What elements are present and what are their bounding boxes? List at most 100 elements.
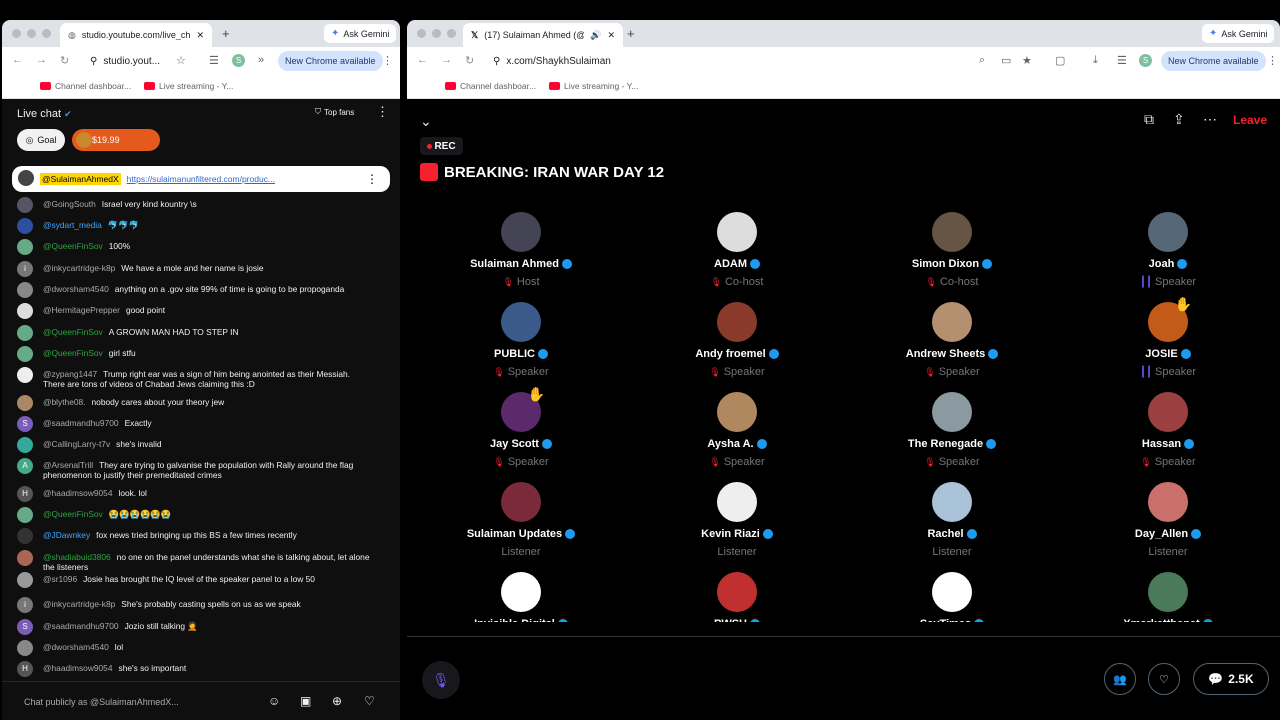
avatar[interactable] [501,572,541,612]
chat-author[interactable]: @ArsenalTrill [43,460,93,470]
chat-message[interactable]: @zypang1447 Trump right ear was a sign of… [2,367,373,389]
close-icon[interactable]: ✕ [196,30,204,41]
avatar[interactable]: H [17,661,33,677]
back-icon[interactable]: ← [417,54,428,66]
goal-chip[interactable]: ◎ Goal [17,129,65,151]
avatar[interactable] [17,507,33,523]
avatar[interactable] [17,239,33,255]
avatar[interactable] [1148,482,1188,522]
extensions-icon[interactable]: ☰ [1117,54,1127,67]
avatar[interactable] [17,437,33,453]
zoom-icon[interactable]: ⌕ [979,54,985,67]
chat-author[interactable]: @shadiabuid3806 [43,552,111,562]
chat-message[interactable]: @QueenFinSov A GROWN MAN HAD TO STEP IN [2,325,373,341]
chat-message[interactable]: S @saadmandhu9700 Jozio still talking 🤦 [2,619,373,635]
tab-x-spaces[interactable]: 𝕏 (17) Sulaiman Ahmed (@S 🔊 ✕ [463,23,623,47]
chat-message[interactable]: @sr1096 Josie has brought the IQ level of… [2,572,373,588]
mic-button[interactable]: 🎙 [422,661,460,699]
participant[interactable]: Simon Dixon 🎙 Co-host [877,212,1027,288]
avatar[interactable] [17,395,33,411]
participant[interactable]: ✋ JOSIE ┃┃ Speaker [1093,296,1243,378]
pinned-link[interactable]: https://sulaimanunfiltered.com/produc... [127,174,360,184]
avatar[interactable] [717,212,757,252]
avatar[interactable] [17,640,33,656]
chat-author[interactable]: @QueenFinSov [43,241,103,251]
participant[interactable]: Sulaiman Updates Listener [446,482,596,558]
chat-message[interactable]: i @inkycartridge-k8p She's probably castin… [2,597,373,613]
chat-author[interactable]: @QueenFinSov [43,509,103,519]
participant[interactable]: Hassan 🎙 Speaker [1093,392,1243,468]
profile-avatar[interactable]: S [1139,54,1152,67]
chat-author[interactable]: @GoingSouth [43,199,96,209]
chat-message[interactable]: S @saadmandhu9700 Exactly [2,416,373,432]
avatar[interactable] [932,302,972,342]
avatar[interactable] [17,572,33,588]
avatar[interactable]: S [17,619,33,635]
bookmark-live-streaming[interactable]: Live streaming - Y... [144,81,233,91]
new-chrome-available-button[interactable]: New Chrome available [1161,51,1266,71]
chat-author[interactable]: @haadimsow9054 [43,488,113,498]
tab-search-icon[interactable]: ▢ [1055,54,1065,67]
chat-message[interactable]: @QueenFinSov 😭😭😭😭😭😭 [2,507,373,523]
chat-message[interactable]: H @haadimsow9054 she's so important [2,661,373,677]
avatar[interactable] [17,346,33,362]
chat-message[interactable]: @QueenFinSov 100% [2,239,373,255]
participant[interactable]: Andrew Sheets 🎙 Speaker [877,302,1027,378]
avatar[interactable] [17,367,33,383]
chat-message[interactable]: A @ArsenalTrill They are trying to galvani… [2,458,373,480]
cast-icon[interactable]: ▭ [1001,54,1011,67]
participant[interactable]: Sulaiman Ahmed 🎙 Host [446,212,596,288]
ask-gemini-button[interactable]: ✦ Ask Gemini [324,24,397,43]
menu-kebab-icon[interactable]: ⋮ [1267,54,1278,67]
participant[interactable]: PWSH [662,572,812,622]
chat-author[interactable]: @JDawnkey [43,530,90,540]
participant[interactable]: Invisible Digital [446,572,596,622]
chat-author[interactable]: @saadmandhu9700 [43,621,119,631]
new-tab-button[interactable]: + [222,26,230,41]
participant[interactable]: ✋ Jay Scott 🎙 Speaker [446,386,596,468]
forward-icon[interactable]: → [36,54,47,66]
bookmark-channel-dashboard[interactable]: Channel dashboar... [445,81,536,91]
avatar[interactable] [1148,212,1188,252]
window-controls[interactable] [12,29,51,38]
bookmark-star-icon[interactable]: ★ [1022,54,1032,67]
chat-author[interactable]: @inkycartridge-k8p [43,599,115,609]
chat-author[interactable]: @dworsham4540 [43,642,109,652]
chat-message[interactable]: @sydart_media 🐬🐬🐬 [2,218,373,234]
participant[interactable]: Day_Allen Listener [1093,482,1243,558]
avatar[interactable] [501,212,541,252]
avatar[interactable]: ✋ [1148,296,1192,342]
avatar[interactable] [717,302,757,342]
chat-input[interactable]: Chat publicly as @SulaimanAhmedX... [24,697,179,707]
profile-avatar[interactable]: S [232,54,245,67]
super-chat-chip[interactable]: $19.99 [72,129,160,151]
avatar[interactable] [501,482,541,522]
emoji-icon[interactable]: ☺ [268,694,280,708]
ask-gemini-button[interactable]: ✦ Ask Gemini [1202,24,1275,43]
chat-message[interactable]: H @haadimsow9054 look. lol [2,486,373,502]
leave-button[interactable]: Leave [1233,113,1267,127]
avatar[interactable] [1148,392,1188,432]
participant[interactable]: PUBLIC 🎙 Speaker [446,302,596,378]
reload-icon[interactable]: ↻ [465,54,474,67]
back-icon[interactable]: ← [12,54,23,66]
bookmark-channel-dashboard[interactable]: Channel dashboar... [40,81,131,91]
chat-author[interactable]: @QueenFinSov [43,327,103,337]
forward-icon[interactable]: → [441,54,452,66]
avatar[interactable]: H [17,486,33,502]
chat-author[interactable]: @dworsham4540 [43,284,109,294]
chat-author[interactable]: @sydart_media [43,220,102,230]
extensions-icon[interactable]: ☰ [209,54,219,67]
avatar[interactable] [932,392,972,432]
participant[interactable]: Aysha A. 🎙 Speaker [662,392,812,468]
chat-author[interactable]: @QueenFinSov [43,348,103,358]
chat-message[interactable]: @GoingSouth Israel very kind kountry \s [2,197,373,213]
chat-author[interactable]: @inkycartridge-k8p [43,263,115,273]
kebab-icon[interactable]: ⋮ [366,172,378,186]
chat-menu-icon[interactable]: ⋮ [376,104,389,120]
chat-author[interactable]: @saadmandhu9700 [43,418,119,428]
avatar[interactable] [17,197,33,213]
avatar[interactable] [501,302,541,342]
avatar[interactable] [932,482,972,522]
minimize-icon[interactable]: ⧉ [1144,111,1154,128]
